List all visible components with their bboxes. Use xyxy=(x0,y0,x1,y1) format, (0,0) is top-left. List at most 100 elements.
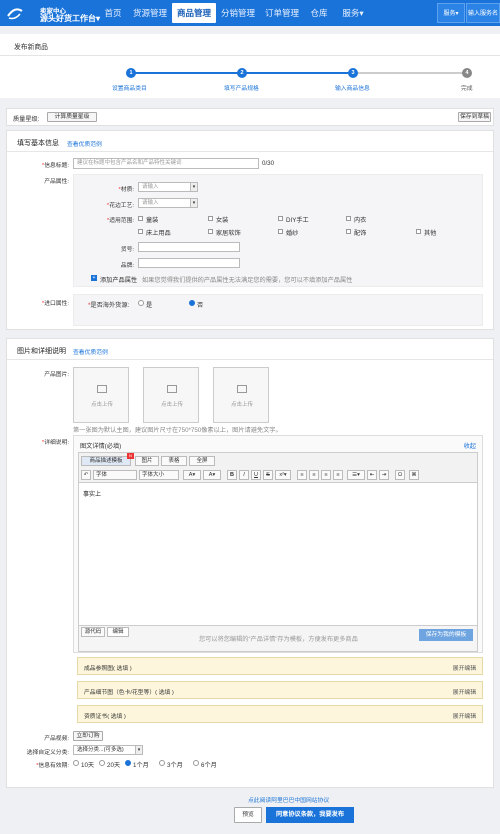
font-select[interactable]: 字体 xyxy=(93,470,137,480)
scope-option: 其他 xyxy=(424,230,437,237)
collapse-link[interactable]: 收起 xyxy=(464,441,476,450)
detail-label: *详细说明: xyxy=(41,440,69,446)
upload-box-3[interactable]: 点击上传 xyxy=(213,367,269,423)
model-input[interactable] xyxy=(138,242,240,252)
divider xyxy=(7,359,493,360)
step-1-dot: 1 xyxy=(126,68,136,78)
quality-label: 质量星级: xyxy=(13,116,40,123)
nav-warehouse[interactable]: 仓库 xyxy=(306,0,332,26)
upload-box-2[interactable]: 点击上传 xyxy=(143,367,199,423)
import-label: *进口属性: xyxy=(41,301,69,307)
step-2-dot: 2 xyxy=(237,68,247,78)
checkbox-other[interactable] xyxy=(416,229,421,234)
size-select[interactable]: 字体大小 xyxy=(139,470,179,480)
radio-validity-3m[interactable] xyxy=(159,760,165,766)
editor-toolbar: 商品描述模板 N 图片 表格 全屏 ↶ 字体 字体大小 A▾ A▾ B I U … xyxy=(79,453,477,483)
source-tab[interactable]: 源代码 xyxy=(81,627,105,637)
indent-icon[interactable]: ⇥ xyxy=(379,470,389,480)
tab-image[interactable]: 图片 xyxy=(135,456,159,466)
omega-icon[interactable]: Ω xyxy=(395,470,405,480)
nav-orders[interactable]: 订单管理 xyxy=(262,0,302,26)
images-example-link[interactable]: 查看优质范例 xyxy=(73,347,108,356)
outdent-icon[interactable]: ⇤ xyxy=(367,470,377,480)
brand-line2[interactable]: 源头好货工作台▾ xyxy=(40,13,100,24)
save-template-button[interactable]: 保存为我的模板 xyxy=(419,629,473,641)
tab-template[interactable]: 商品描述模板 xyxy=(81,456,131,466)
calc-quality-button[interactable]: 计算质量星级 xyxy=(47,112,97,122)
plus-icon[interactable]: + xyxy=(91,275,97,281)
radio-validity-1m[interactable] xyxy=(125,760,131,766)
preview-button[interactable]: 预览 xyxy=(234,807,262,823)
add-attr-link[interactable]: 添加产品属性 xyxy=(100,275,137,284)
tab-table[interactable]: 表格 xyxy=(161,456,187,466)
checkbox-children[interactable] xyxy=(138,216,143,221)
quality-bar: 质量星级: 计算质量星级 保存到草稿 xyxy=(6,108,494,126)
justify-icon[interactable]: ≡ xyxy=(333,470,343,480)
align-center-icon[interactable]: ≡ xyxy=(309,470,319,480)
scope-option: DIY手工 xyxy=(286,217,309,224)
info-title-input[interactable]: 建议在标题中包含产品名和产品特性关键词 xyxy=(73,158,259,169)
product-images-label: 产品图片: xyxy=(44,372,69,378)
scope-option: 内衣 xyxy=(354,217,367,224)
align-right-icon[interactable]: ≡ xyxy=(321,470,331,480)
scope-label: *适用范围: xyxy=(106,218,134,224)
checkbox-diy[interactable] xyxy=(278,216,283,221)
attributes-area: *材质: 请输入 ▾ *花边工艺: 请输入 ▾ *适用范围: 童装 女装 DIY… xyxy=(73,174,483,287)
craft-label: *花边工艺: xyxy=(106,203,134,209)
edit-tab[interactable]: 编辑 xyxy=(107,627,129,637)
radio-validity-10d[interactable] xyxy=(73,760,79,766)
publish-button[interactable]: 同意协议条款，我要发布 xyxy=(266,807,354,823)
nav-distribution[interactable]: 分销管理 xyxy=(218,0,258,26)
detail-images-section[interactable]: 产品细节图（色卡/花型等）( 选填 ) 展开编辑 xyxy=(77,681,483,699)
basic-example-link[interactable]: 查看优质范例 xyxy=(67,139,102,148)
superscript-icon[interactable]: x²▾ xyxy=(275,470,291,480)
nav-source[interactable]: 货源管理 xyxy=(130,0,170,26)
chevron-down-icon[interactable]: ▾ xyxy=(190,182,198,192)
video-order-button[interactable]: 立即订购 xyxy=(73,731,103,741)
nav-home[interactable]: 首页 xyxy=(98,0,128,26)
top-navbar: 卖家中心 源头好货工作台▾ 首页 货源管理 商品管理 分销管理 订单管理 仓库 … xyxy=(0,0,500,26)
craft-select[interactable]: 请输入 xyxy=(138,198,196,208)
agreement-link[interactable]: 点此阅读阿里巴巴中国网站协议 xyxy=(248,795,329,804)
service-search-input[interactable]: 输入服务名 xyxy=(466,3,500,23)
checkbox-wedding[interactable] xyxy=(278,229,283,234)
scope-option: 床上用品 xyxy=(146,230,171,237)
checkbox-underwear[interactable] xyxy=(346,216,351,221)
radio-overseas-no[interactable] xyxy=(189,300,195,306)
chevron-down-icon[interactable]: ▾ xyxy=(190,198,198,208)
checkbox-home[interactable] xyxy=(208,229,213,234)
radio-overseas-yes[interactable] xyxy=(138,300,144,306)
tab-fullscreen[interactable]: 全屏 xyxy=(189,456,215,466)
upload-box-1[interactable]: 点击上传 xyxy=(73,367,129,423)
nav-services[interactable]: 服务▾ xyxy=(338,0,368,26)
link-icon[interactable]: ⌘ xyxy=(409,470,419,480)
chevron-down-icon[interactable]: ▾ xyxy=(135,745,143,755)
scope-option: 童装 xyxy=(146,217,159,224)
strike-icon[interactable]: S xyxy=(263,470,273,480)
align-left-icon[interactable]: ≡ xyxy=(297,470,307,480)
checkbox-bedding[interactable] xyxy=(138,229,143,234)
undo-icon[interactable]: ↶ xyxy=(81,470,91,480)
checkbox-women[interactable] xyxy=(208,216,213,221)
material-select[interactable]: 请输入 xyxy=(138,182,196,192)
underline-icon[interactable]: U xyxy=(251,470,261,480)
new-badge: N xyxy=(127,453,134,459)
brand-input[interactable] xyxy=(138,258,240,268)
certificate-section[interactable]: 资质证书( 选填 ) 展开编辑 xyxy=(77,705,483,723)
detail-editor-box: 图文详情(必填) 收起 商品描述模板 N 图片 表格 全屏 ↶ 字体 字体大小 … xyxy=(73,435,483,653)
reference-images-section[interactable]: 成品参照图( 选填 ) 展开编辑 xyxy=(77,657,483,675)
list-icon[interactable]: ☰▾ xyxy=(347,470,365,480)
save-draft-button[interactable]: 保存到草稿 xyxy=(458,112,491,122)
category-select[interactable]: 选择分类...(可多选) xyxy=(73,745,137,755)
service-dropdown[interactable]: 服务▾ xyxy=(437,3,465,23)
editor-content[interactable]: 事实上 xyxy=(83,489,101,498)
nav-products[interactable]: 商品管理 xyxy=(172,3,216,23)
font-color-icon[interactable]: A▾ xyxy=(183,470,201,480)
radio-validity-20d[interactable] xyxy=(99,760,105,766)
italic-icon[interactable]: I xyxy=(239,470,249,480)
image-icon xyxy=(167,385,177,393)
radio-validity-6m[interactable] xyxy=(193,760,199,766)
checkbox-accessory[interactable] xyxy=(346,229,351,234)
bold-icon[interactable]: B xyxy=(227,470,237,480)
bg-color-icon[interactable]: A▾ xyxy=(203,470,221,480)
